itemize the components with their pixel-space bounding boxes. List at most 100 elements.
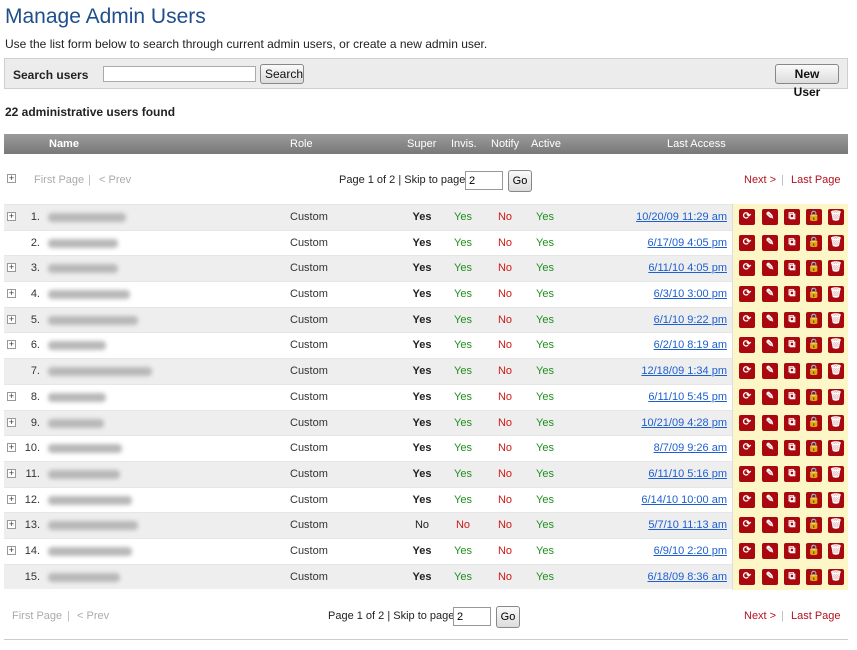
pencil-icon[interactable]: ✎ — [762, 517, 778, 534]
expand-icon[interactable]: + — [7, 391, 16, 401]
last-page-link[interactable]: Last Page — [791, 610, 841, 622]
copy-icon[interactable]: ⧉ — [784, 234, 800, 251]
trash-icon[interactable]: 🗑 — [828, 363, 844, 380]
lock-icon[interactable]: 🔒 — [806, 414, 822, 431]
trash-icon[interactable]: 🗑 — [828, 388, 844, 405]
refresh-icon[interactable]: ⟳ — [739, 286, 755, 303]
col-role[interactable]: Role — [290, 138, 313, 150]
pencil-icon[interactable]: ✎ — [762, 568, 778, 585]
expand-icon[interactable]: + — [7, 443, 16, 453]
trash-icon[interactable]: 🗑 — [828, 311, 844, 328]
refresh-icon[interactable]: ⟳ — [739, 337, 755, 354]
pencil-icon[interactable]: ✎ — [762, 414, 778, 431]
col-super[interactable]: Super — [407, 138, 436, 150]
pencil-icon[interactable]: ✎ — [762, 234, 778, 251]
expand-icon[interactable]: + — [7, 468, 16, 478]
trash-icon[interactable]: 🗑 — [828, 491, 844, 508]
pencil-icon[interactable]: ✎ — [762, 311, 778, 328]
refresh-icon[interactable]: ⟳ — [739, 209, 755, 225]
pencil-icon[interactable]: ✎ — [762, 260, 778, 277]
refresh-icon[interactable]: ⟳ — [739, 260, 755, 277]
pencil-icon[interactable]: ✎ — [762, 491, 778, 508]
page-number-input[interactable] — [465, 171, 503, 190]
expand-icon[interactable]: + — [7, 289, 16, 299]
refresh-icon[interactable]: ⟳ — [739, 414, 755, 431]
lock-icon[interactable]: 🔒 — [806, 542, 822, 559]
copy-icon[interactable]: ⧉ — [784, 260, 800, 277]
trash-icon[interactable]: 🗑 — [828, 440, 844, 457]
last-access-link[interactable]: 5/7/10 11:13 am — [648, 519, 727, 531]
refresh-icon[interactable]: ⟳ — [739, 491, 755, 508]
last-access-link[interactable]: 6/1/10 9:22 pm — [654, 314, 727, 326]
copy-icon[interactable]: ⧉ — [784, 414, 800, 431]
refresh-icon[interactable]: ⟳ — [739, 542, 755, 559]
last-access-link[interactable]: 6/9/10 2:20 pm — [654, 545, 727, 557]
trash-icon[interactable]: 🗑 — [828, 234, 844, 251]
refresh-icon[interactable]: ⟳ — [739, 311, 755, 328]
lock-icon[interactable]: 🔒 — [806, 465, 822, 482]
pencil-icon[interactable]: ✎ — [762, 209, 778, 225]
copy-icon[interactable]: ⧉ — [784, 568, 800, 585]
copy-icon[interactable]: ⧉ — [784, 491, 800, 508]
copy-icon[interactable]: ⧉ — [784, 465, 800, 482]
expand-icon[interactable]: + — [7, 212, 16, 221]
last-access-link[interactable]: 6/2/10 8:19 am — [654, 339, 727, 351]
lock-icon[interactable]: 🔒 — [806, 440, 822, 457]
copy-icon[interactable]: ⧉ — [784, 440, 800, 457]
trash-icon[interactable]: 🗑 — [828, 414, 844, 431]
copy-icon[interactable]: ⧉ — [784, 311, 800, 328]
go-button[interactable]: Go — [508, 170, 532, 192]
trash-icon[interactable]: 🗑 — [828, 260, 844, 277]
new-user-button[interactable]: New User — [775, 64, 839, 99]
page-number-input[interactable] — [453, 607, 491, 626]
last-access-link[interactable]: 12/18/09 1:34 pm — [641, 365, 727, 377]
expand-icon[interactable]: + — [7, 263, 16, 273]
copy-icon[interactable]: ⧉ — [784, 517, 800, 534]
trash-icon[interactable]: 🗑 — [828, 568, 844, 585]
lock-icon[interactable]: 🔒 — [806, 517, 822, 534]
pencil-icon[interactable]: ✎ — [762, 363, 778, 380]
lock-icon[interactable]: 🔒 — [806, 234, 822, 251]
refresh-icon[interactable]: ⟳ — [739, 388, 755, 405]
last-access-link[interactable]: 10/20/09 11:29 am — [636, 211, 727, 223]
lock-icon[interactable]: 🔒 — [806, 388, 822, 405]
lock-icon[interactable]: 🔒 — [806, 337, 822, 354]
last-access-link[interactable]: 6/14/10 10:00 am — [641, 494, 727, 506]
expand-icon[interactable]: + — [7, 314, 16, 324]
copy-icon[interactable]: ⧉ — [784, 286, 800, 303]
last-access-link[interactable]: 10/21/09 4:28 pm — [641, 417, 727, 429]
col-name[interactable]: Name — [49, 138, 79, 150]
last-access-link[interactable]: 6/17/09 4:05 pm — [647, 237, 727, 249]
pencil-icon[interactable]: ✎ — [762, 440, 778, 457]
go-button[interactable]: Go — [496, 606, 520, 628]
expand-icon[interactable]: + — [7, 340, 16, 350]
pencil-icon[interactable]: ✎ — [762, 465, 778, 482]
expand-icon[interactable]: + — [7, 545, 16, 555]
refresh-icon[interactable]: ⟳ — [739, 517, 755, 534]
pencil-icon[interactable]: ✎ — [762, 388, 778, 405]
refresh-icon[interactable]: ⟳ — [739, 234, 755, 251]
copy-icon[interactable]: ⧉ — [784, 363, 800, 380]
trash-icon[interactable]: 🗑 — [828, 286, 844, 303]
pencil-icon[interactable]: ✎ — [762, 542, 778, 559]
col-notify[interactable]: Notify — [491, 138, 519, 150]
copy-icon[interactable]: ⧉ — [784, 209, 800, 225]
pencil-icon[interactable]: ✎ — [762, 337, 778, 354]
lock-icon[interactable]: 🔒 — [806, 209, 822, 225]
last-page-link[interactable]: Last Page — [791, 174, 841, 186]
trash-icon[interactable]: 🗑 — [828, 209, 844, 225]
col-invis[interactable]: Invis. — [451, 138, 477, 150]
search-button[interactable]: Search — [260, 64, 304, 84]
refresh-icon[interactable]: ⟳ — [739, 440, 755, 457]
copy-icon[interactable]: ⧉ — [784, 542, 800, 559]
lock-icon[interactable]: 🔒 — [806, 491, 822, 508]
last-access-link[interactable]: 6/11/10 5:45 pm — [648, 391, 727, 403]
trash-icon[interactable]: 🗑 — [828, 337, 844, 354]
last-access-link[interactable]: 6/18/09 8:36 am — [647, 571, 727, 583]
next-page-link[interactable]: Next > — [744, 174, 776, 186]
lock-icon[interactable]: 🔒 — [806, 311, 822, 328]
pencil-icon[interactable]: ✎ — [762, 286, 778, 303]
last-access-link[interactable]: 6/11/10 5:16 pm — [648, 468, 727, 480]
lock-icon[interactable]: 🔒 — [806, 286, 822, 303]
col-last-access[interactable]: Last Access — [667, 138, 726, 150]
